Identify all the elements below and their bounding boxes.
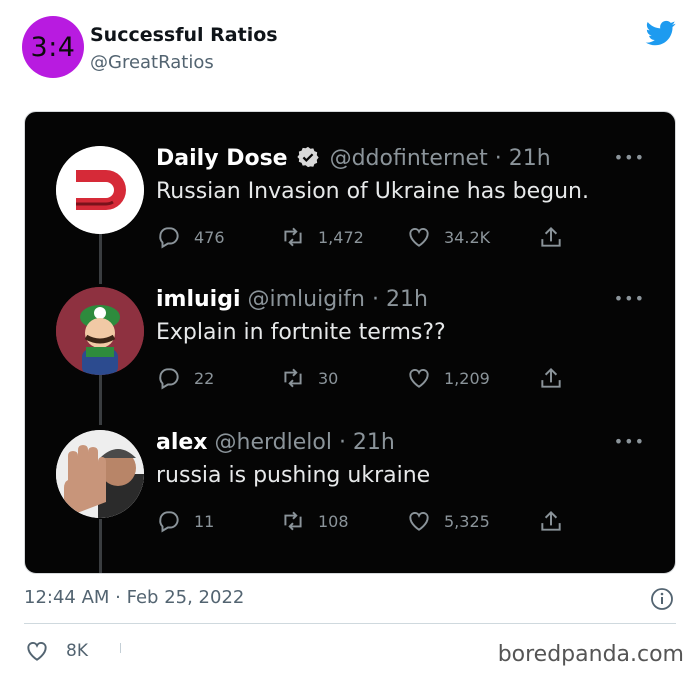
reply-count: 22 [194,368,215,388]
daily-dose-logo-icon [56,146,144,234]
heart-icon [409,369,429,388]
share-button[interactable] [538,224,576,250]
like-button[interactable]: 1,209 [406,365,490,391]
tweet-author-name[interactable]: Daily Dose [156,146,288,171]
more-dots-icon[interactable]: ••• [614,148,645,167]
retweet-button[interactable]: 1,472 [280,224,364,250]
like-count: 1,209 [444,368,490,388]
like-button[interactable]: 8K [24,638,88,664]
retweet-count: 30 [318,368,339,388]
reply-button[interactable]: 476 [156,224,225,250]
tweet-daily-dose[interactable]: Daily Dose @ddofinternet · 21h ••• Russi… [25,146,675,256]
like-button[interactable]: 34.2K [406,224,490,250]
share-button[interactable] [538,365,576,391]
heart-icon [409,228,429,247]
retweet-button[interactable]: 30 [280,365,338,391]
share-button[interactable] [538,508,576,534]
like-count: 5,325 [444,511,490,531]
reply-icon [159,227,179,249]
luigi-avatar-icon [56,287,144,375]
tweet-text: russia is pushing ukraine [156,463,431,488]
retweet-count: 108 [318,511,349,531]
tweet-header: Daily Dose @ddofinternet · 21h [156,146,551,171]
tweet-timestamp[interactable]: 12:44 AM · Feb 25, 2022 [24,587,244,608]
alex-avatar-icon [56,430,144,518]
tweet-actions: 476 1,472 34.2K [156,224,566,252]
tweet-author-name[interactable]: alex [156,430,208,455]
more-dots-icon[interactable]: ••• [614,289,645,308]
retweet-icon [284,368,302,388]
retweet-button[interactable]: 108 [280,508,349,534]
verified-badge-icon [296,146,319,168]
reply-button[interactable]: 22 [156,365,214,391]
tweet-imluigi[interactable]: imluigi @imluigifn · 21h ••• Explain in … [25,287,675,397]
tweet-time[interactable]: · 21h [372,287,428,312]
tweet-author-handle[interactable]: @imluigifn [248,287,365,312]
avatar[interactable] [56,287,144,375]
share-icon [541,510,561,531]
tweet-text: Explain in fortnite terms?? [156,320,446,345]
embedded-screenshot: Daily Dose @ddofinternet · 21h ••• Russi… [24,111,676,574]
retweet-icon [284,227,302,247]
tweet-text: Russian Invasion of Ukraine has begun. [156,179,589,204]
tweet-actions: 22 30 1,209 [156,365,566,393]
like-count: 34.2K [444,227,491,247]
tweet-actions: 11 108 5,325 [156,508,566,536]
reply-count: 476 [194,227,225,247]
twitter-bird-icon[interactable] [644,18,678,48]
divider [120,643,121,653]
tweet-header: alex @herdlelol · 21h [156,430,395,455]
avatar[interactable] [56,146,144,234]
retweet-icon [284,511,302,531]
avatar[interactable] [56,430,144,518]
divider [24,623,676,624]
reply-count: 11 [194,511,215,531]
watermark: boredpanda.com [497,642,684,667]
reply-icon [159,368,179,390]
outer-tweet-header: 3:4 Successful Ratios @GreatRatios [22,16,682,80]
avatar[interactable]: 3:4 [22,16,84,78]
heart-icon [409,512,429,531]
info-icon[interactable] [650,587,674,611]
tweet-time[interactable]: · 21h [495,146,551,171]
like-button[interactable]: 5,325 [406,508,490,534]
retweet-count: 1,472 [318,227,364,247]
more-dots-icon[interactable]: ••• [614,432,645,451]
tweet-author-handle[interactable]: @ddofinternet [330,146,488,171]
heart-icon [27,642,47,661]
author-handle[interactable]: @GreatRatios [90,52,214,73]
tweet-author-name[interactable]: imluigi [156,287,241,312]
reply-icon [159,511,179,533]
like-count: 8K [66,641,88,661]
reply-button[interactable]: 11 [156,508,214,534]
tweet-header: imluigi @imluigifn · 21h [156,287,428,312]
tweet-time[interactable]: · 21h [339,430,395,455]
tweet-author-handle[interactable]: @herdlelol [215,430,332,455]
share-icon [541,226,561,247]
tweet-alex[interactable]: alex @herdlelol · 21h ••• russia is push… [25,430,675,540]
author-name[interactable]: Successful Ratios [90,24,278,46]
share-icon [541,367,561,388]
